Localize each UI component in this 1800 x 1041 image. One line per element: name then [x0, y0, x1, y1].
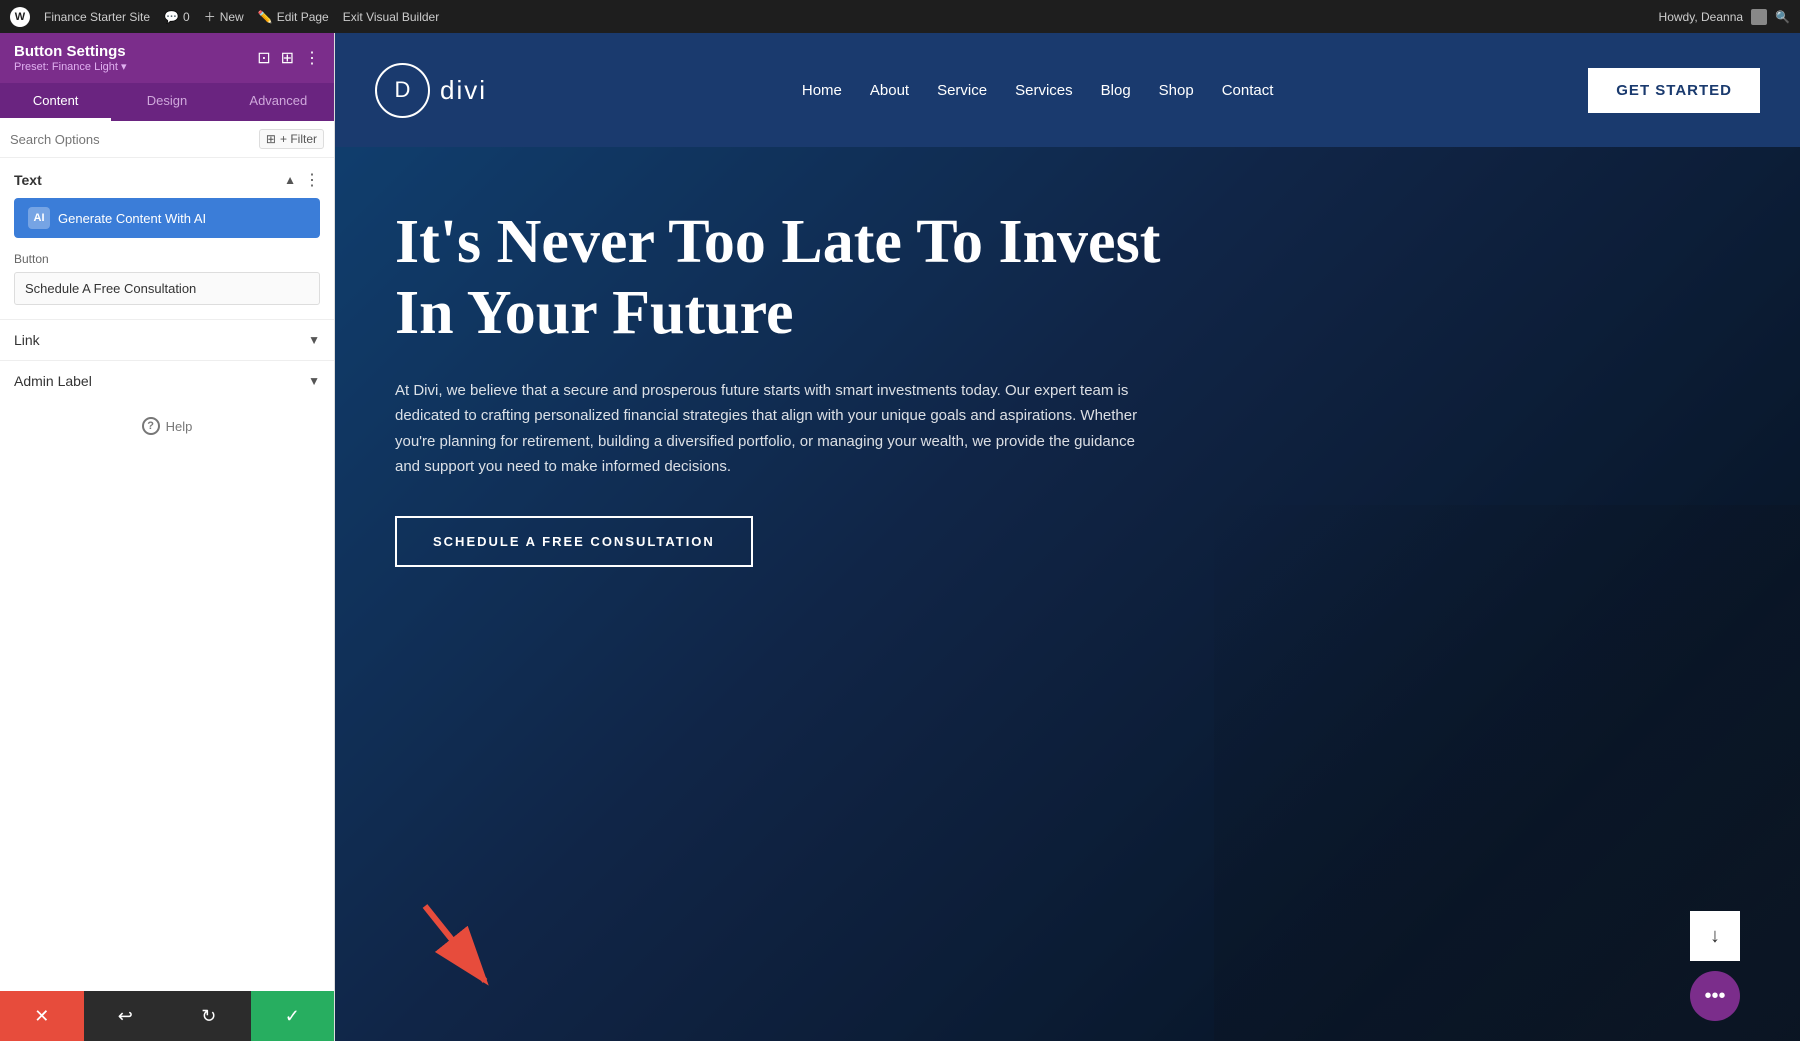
get-started-button[interactable]: GET STARTED: [1588, 68, 1760, 113]
panel-more-icon[interactable]: ⋮: [304, 48, 320, 68]
cancel-icon: ✕: [34, 1006, 49, 1027]
nav-home[interactable]: Home: [802, 82, 842, 99]
comment-icon: 💬: [164, 10, 179, 24]
text-section-title: Text: [14, 172, 42, 188]
hero-content: It's Never Too Late To Invest In Your Fu…: [335, 147, 1235, 607]
panel-content: Text ▲ ⋮ AI Generate Content With AI But…: [0, 158, 334, 991]
link-section-label: Link: [14, 332, 40, 348]
panel-preset[interactable]: Preset: Finance Light ▾: [14, 60, 127, 73]
admin-bar: W Finance Starter Site 💬 0 ＋ New ✏️ Edit…: [0, 0, 1800, 33]
panel-header: Button Settings Preset: Finance Light ▾ …: [0, 33, 334, 83]
site-menu: Home About Service Services Blog Shop Co…: [802, 82, 1274, 99]
hero-cta-button[interactable]: SCHEDULE A FREE CONSULTATION: [395, 516, 753, 567]
plus-icon: ＋: [204, 8, 216, 25]
save-icon: ✓: [285, 1006, 300, 1027]
generate-ai-button[interactable]: AI Generate Content With AI: [14, 198, 320, 238]
admin-label-chevron-icon: ▼: [308, 374, 320, 388]
logo-text: divi: [440, 75, 487, 106]
scroll-down-button[interactable]: ↓: [1690, 911, 1740, 961]
link-section-row[interactable]: Link ▼: [0, 319, 334, 360]
filter-icon: ⊞: [266, 132, 276, 146]
scroll-down-area: ↓: [1690, 911, 1740, 961]
logo-letter: D: [395, 77, 411, 103]
panel-expand-icon[interactable]: ⊡: [257, 48, 270, 68]
cancel-button[interactable]: ✕: [0, 991, 84, 1041]
site-logo: D divi: [375, 63, 487, 118]
search-row: ⊞ + Filter: [0, 121, 334, 158]
logo-circle: D: [375, 63, 430, 118]
text-section-header: Text ▲ ⋮: [0, 158, 334, 198]
site-preview: D divi Home About Service Services Blog …: [335, 33, 1800, 1041]
undo-icon: ↩: [118, 1006, 133, 1027]
text-section-collapse-icon[interactable]: ▲: [284, 173, 296, 187]
panel-bottom-bar: ✕ ↩ ↻ ✓: [0, 991, 334, 1041]
admin-search-icon[interactable]: 🔍: [1775, 10, 1790, 24]
nav-blog[interactable]: Blog: [1101, 82, 1131, 99]
nav-about[interactable]: About: [870, 82, 909, 99]
filter-button[interactable]: ⊞ + Filter: [259, 129, 324, 149]
help-circle-icon: ?: [142, 417, 160, 435]
button-field-label: Button: [0, 252, 334, 272]
nav-contact[interactable]: Contact: [1222, 82, 1274, 99]
search-options-input[interactable]: [10, 132, 251, 147]
help-row[interactable]: ? Help: [0, 401, 334, 451]
nav-shop[interactable]: Shop: [1159, 82, 1194, 99]
new-link[interactable]: ＋ New: [204, 8, 244, 25]
site-navigation: D divi Home About Service Services Blog …: [335, 33, 1800, 147]
hero-section: It's Never Too Late To Invest In Your Fu…: [335, 147, 1800, 1041]
tab-advanced[interactable]: Advanced: [223, 83, 334, 121]
comments-link[interactable]: 💬 0: [164, 10, 190, 24]
user-avatar: [1751, 9, 1767, 25]
pencil-icon: ✏️: [258, 10, 273, 24]
howdy-text: Howdy, Deanna: [1659, 10, 1744, 24]
panel-tabs: Content Design Advanced: [0, 83, 334, 121]
tab-design[interactable]: Design: [111, 83, 222, 121]
panel-layout-icon[interactable]: ⊞: [281, 48, 294, 68]
button-text-input[interactable]: [14, 272, 320, 305]
save-button[interactable]: ✓: [251, 991, 335, 1041]
site-name-link[interactable]: Finance Starter Site: [44, 10, 150, 24]
tab-content[interactable]: Content: [0, 83, 111, 121]
dots-menu-button[interactable]: •••: [1690, 971, 1740, 1021]
exit-builder-link[interactable]: Exit Visual Builder: [343, 10, 440, 24]
text-section-more-icon[interactable]: ⋮: [304, 170, 320, 190]
ai-icon: AI: [28, 207, 50, 229]
nav-service[interactable]: Service: [937, 82, 987, 99]
admin-label-section-row[interactable]: Admin Label ▼: [0, 360, 334, 401]
hero-description: At Divi, we believe that a secure and pr…: [395, 378, 1155, 480]
admin-label-section-label: Admin Label: [14, 373, 92, 389]
button-settings-panel: Button Settings Preset: Finance Light ▾ …: [0, 33, 335, 1041]
edit-page-link[interactable]: ✏️ Edit Page: [258, 10, 329, 24]
redo-icon: ↻: [201, 1006, 216, 1027]
help-label: Help: [166, 419, 193, 434]
nav-services[interactable]: Services: [1015, 82, 1073, 99]
panel-title: Button Settings: [14, 43, 127, 60]
wp-logo-icon[interactable]: W: [10, 7, 30, 27]
link-chevron-icon: ▼: [308, 333, 320, 347]
redo-button[interactable]: ↻: [167, 991, 251, 1041]
undo-button[interactable]: ↩: [84, 991, 168, 1041]
hero-title: It's Never Too Late To Invest In Your Fu…: [395, 207, 1175, 350]
